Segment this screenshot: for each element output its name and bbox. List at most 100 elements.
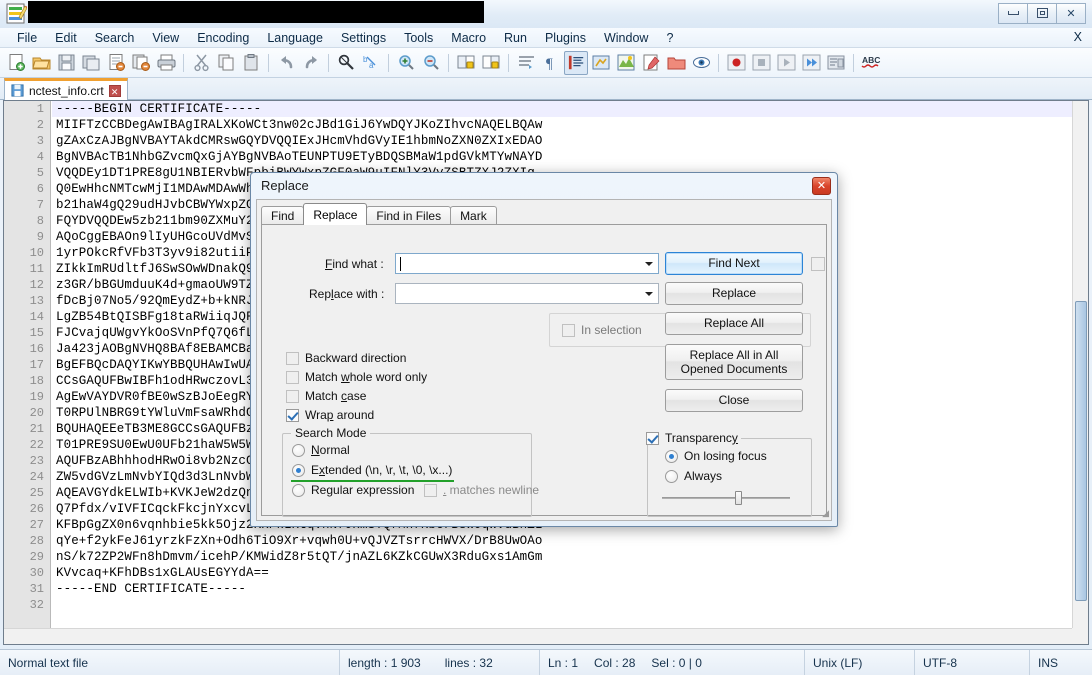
- replace-with-dropdown-arrow[interactable]: [640, 284, 658, 303]
- backward-direction-checkbox[interactable]: Backward direction: [286, 351, 406, 365]
- run-macro-multiple-icon[interactable]: [799, 51, 823, 75]
- close-file-icon[interactable]: [104, 51, 128, 75]
- replace-all-button[interactable]: Replace All: [665, 312, 803, 335]
- spell-check-icon[interactable]: ABC: [859, 51, 883, 75]
- code-line[interactable]: MIIFTzCCBDegAwIBAgIRALXKoWCt3nw02cJBd1Gi…: [52, 117, 1072, 133]
- toolbar-separator: [328, 53, 329, 72]
- save-macro-icon[interactable]: [824, 51, 848, 75]
- in-selection-checkbox[interactable]: In selection: [562, 323, 642, 337]
- find-icon[interactable]: [334, 51, 358, 75]
- save-all-icon[interactable]: [79, 51, 103, 75]
- find-next-button[interactable]: Find Next: [665, 252, 803, 275]
- close-document-button[interactable]: X: [1074, 30, 1082, 44]
- word-wrap-icon[interactable]: [514, 51, 538, 75]
- cut-icon[interactable]: [189, 51, 213, 75]
- replace-button[interactable]: Replace: [665, 282, 803, 305]
- replace-all-in-all-opened-documents-button[interactable]: Replace All in All Opened Documents: [665, 344, 803, 380]
- tab-find[interactable]: Find: [261, 206, 305, 225]
- function-list-icon[interactable]: [639, 51, 663, 75]
- replace-all-button-label: Replace All: [703, 316, 765, 331]
- menu-tools[interactable]: Tools: [395, 29, 442, 47]
- menu-help[interactable]: ?: [657, 29, 682, 47]
- transparency-slider-thumb[interactable]: [734, 491, 742, 505]
- menu-plugins[interactable]: Plugins: [536, 29, 595, 47]
- record-macro-icon[interactable]: [724, 51, 748, 75]
- transparency-on-losing-focus-radio[interactable]: On losing focus: [665, 449, 767, 463]
- minimize-button[interactable]: [998, 2, 1028, 24]
- show-indent-guide-icon[interactable]: [564, 50, 588, 75]
- vertical-scrollbar[interactable]: [1072, 101, 1088, 628]
- menu-edit[interactable]: Edit: [46, 29, 86, 47]
- maximize-button[interactable]: [1027, 2, 1057, 24]
- code-line[interactable]: BgNVBAcTB1NhbGZvcmQxGjAYBgNVBAoTEUNPTU9E…: [52, 149, 1072, 165]
- tab-nctest-info-crt[interactable]: nctest_info.crt ✕: [4, 78, 128, 100]
- sync-vertical-scroll-icon[interactable]: [454, 51, 478, 75]
- copy-icon[interactable]: [214, 51, 238, 75]
- svg-text:ABC: ABC: [862, 55, 880, 65]
- find-what-combo[interactable]: [395, 253, 659, 274]
- sync-horizontal-scroll-icon[interactable]: [479, 51, 503, 75]
- code-line[interactable]: -----BEGIN CERTIFICATE-----: [52, 101, 1072, 117]
- document-map-icon[interactable]: [614, 51, 638, 75]
- folder-as-workspace-icon[interactable]: [664, 51, 688, 75]
- menu-search[interactable]: Search: [86, 29, 144, 47]
- horizontal-scrollbar[interactable]: [4, 628, 1072, 644]
- transparency-slider[interactable]: [662, 491, 790, 505]
- paste-icon[interactable]: [239, 51, 263, 75]
- find-next-options-checkbox[interactable]: [811, 257, 825, 271]
- tab-mark[interactable]: Mark: [450, 206, 497, 225]
- code-line[interactable]: nS/k72ZP2WFn8hDmvm/icehP/KMWidZ8r5tQT/jn…: [52, 549, 1072, 565]
- menu-file[interactable]: File: [8, 29, 46, 47]
- playback-icon[interactable]: [774, 51, 798, 75]
- menu-window[interactable]: Window: [595, 29, 657, 47]
- wrap-around-checkbox[interactable]: Wrap around: [286, 408, 374, 422]
- search-mode-extended-radio[interactable]: Extended (\n, \r, \t, \0, \x...): [292, 463, 452, 477]
- undo-icon[interactable]: [274, 51, 298, 75]
- code-line[interactable]: gZAxCzAJBgNVBAYTAkdCMRswGQYDVQQIExJHcmVh…: [52, 133, 1072, 149]
- search-mode-normal-radio[interactable]: Normal: [292, 443, 350, 457]
- zoom-out-icon[interactable]: [419, 51, 443, 75]
- save-icon[interactable]: [54, 51, 78, 75]
- match-case-checkbox[interactable]: Match case: [286, 389, 366, 403]
- menu-settings[interactable]: Settings: [332, 29, 395, 47]
- transparency-checkbox[interactable]: Transparency: [643, 431, 741, 445]
- transparency-always-radio[interactable]: Always: [665, 469, 722, 483]
- dialog-resize-grip[interactable]: ◢: [822, 508, 829, 519]
- close-window-button[interactable]: ✕: [1056, 2, 1086, 24]
- show-all-chars-icon[interactable]: ¶: [539, 51, 563, 75]
- code-line[interactable]: qYe+f2ykFeJ61yrzkFzXn+Odh6TiO9Xr+vqwh0U+…: [52, 533, 1072, 549]
- vertical-scrollbar-thumb[interactable]: [1075, 301, 1087, 601]
- close-all-icon[interactable]: [129, 51, 153, 75]
- code-line[interactable]: [52, 597, 1072, 613]
- open-file-icon[interactable]: [29, 51, 53, 75]
- replace-all-opened-label: Replace All in All Opened Documents: [680, 347, 788, 376]
- code-line[interactable]: KVvcaq+KFhDBs1xGLAUsEGYYdA==: [52, 565, 1072, 581]
- tab-replace[interactable]: Replace: [303, 203, 368, 225]
- tab-find-in-files[interactable]: Find in Files: [366, 206, 452, 225]
- user-defined-dialog-icon[interactable]: [589, 51, 613, 75]
- close-dialog-button[interactable]: Close: [665, 389, 803, 412]
- search-mode-regex-radio[interactable]: Regular expression: [292, 483, 414, 497]
- menu-encoding[interactable]: Encoding: [188, 29, 258, 47]
- find-what-dropdown-arrow[interactable]: [640, 254, 658, 273]
- zoom-in-icon[interactable]: [394, 51, 418, 75]
- line-number: 31: [29, 582, 44, 596]
- code-line[interactable]: -----END CERTIFICATE-----: [52, 581, 1072, 597]
- menu-run[interactable]: Run: [495, 29, 536, 47]
- wrap-around-label: Wrap around: [305, 408, 375, 422]
- line-number: 12: [29, 278, 44, 292]
- new-file-icon[interactable]: [4, 51, 28, 75]
- replace-with-combo[interactable]: [395, 283, 659, 304]
- redo-icon[interactable]: [299, 51, 323, 75]
- replace-icon[interactable]: ba: [359, 51, 383, 75]
- dot-matches-newline-checkbox[interactable]: . matches newline: [424, 483, 539, 497]
- stop-recording-icon[interactable]: [749, 51, 773, 75]
- dialog-close-icon[interactable]: ✕: [812, 177, 831, 195]
- menu-language[interactable]: Language: [258, 29, 332, 47]
- match-whole-word-checkbox[interactable]: Match whole word only: [286, 370, 427, 384]
- tab-close-icon[interactable]: ✕: [108, 84, 121, 97]
- menu-view[interactable]: View: [143, 29, 188, 47]
- print-icon[interactable]: [154, 51, 178, 75]
- monitoring-icon[interactable]: [689, 51, 713, 75]
- menu-macro[interactable]: Macro: [442, 29, 495, 47]
